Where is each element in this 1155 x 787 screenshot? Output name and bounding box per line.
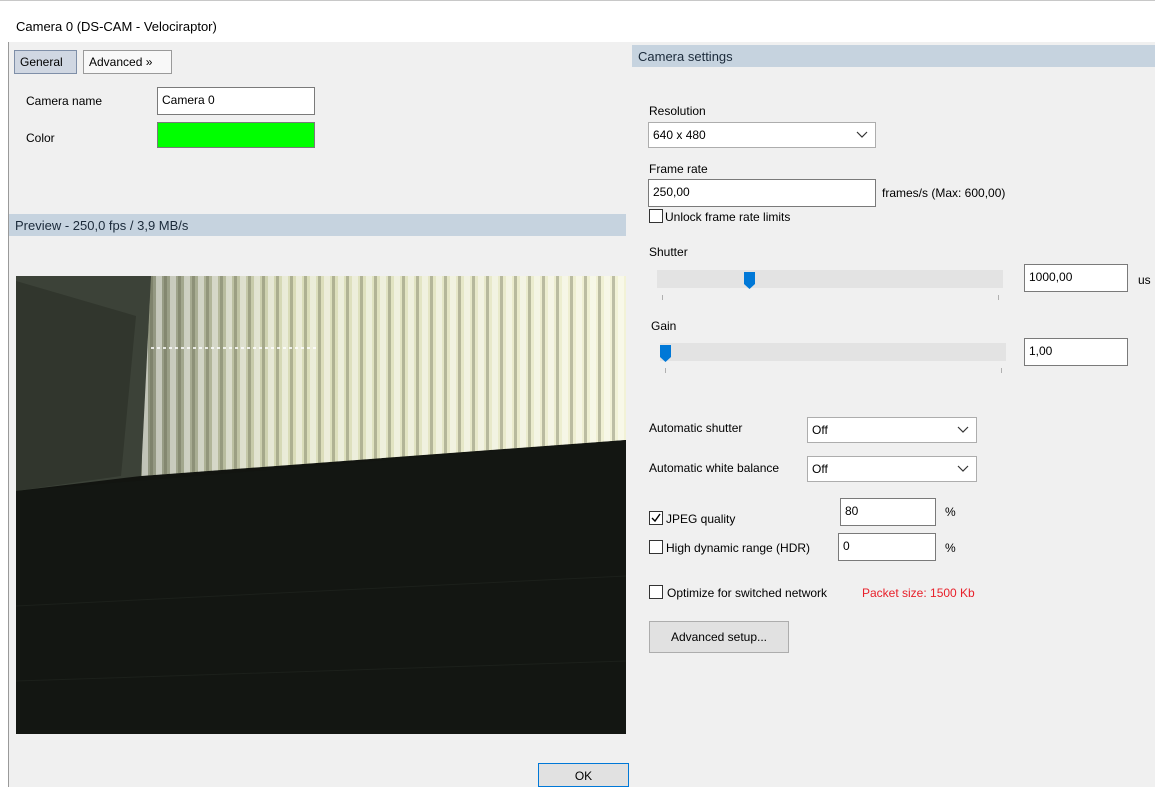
advanced-setup-button[interactable]: Advanced setup... [649,621,789,653]
shutter-tick-max [998,295,999,300]
packet-size-text: Packet size: 1500 Kb [862,586,975,600]
hdr-field[interactable]: 0 [838,533,936,561]
shutter-slider-thumb[interactable] [744,272,756,289]
auto-white-balance-label: Automatic white balance [649,461,780,475]
hdr-checkbox[interactable] [649,540,663,554]
gain-tick-min [665,368,666,373]
hdr-unit: % [945,541,956,555]
jpeg-quality-checkbox[interactable] [649,511,663,525]
window-title: Camera 0 (DS-CAM - Velociraptor) [16,19,217,34]
color-swatch[interactable] [157,122,315,148]
checkmark-icon [651,513,661,523]
shutter-label: Shutter [649,245,688,259]
color-label: Color [26,131,55,145]
tab-advanced[interactable]: Advanced » [83,50,172,74]
hdr-label: High dynamic range (HDR) [666,541,811,555]
unlock-frame-rate-checkbox[interactable] [649,209,663,223]
resolution-value: 640 x 480 [653,128,706,142]
auto-shutter-label: Automatic shutter [649,421,743,435]
unlock-frame-rate-label: Unlock frame rate limits [665,210,791,224]
gain-slider-thumb[interactable] [660,345,671,362]
camera-preview-image [16,276,626,734]
jpeg-quality-field[interactable]: 80 [840,498,936,526]
camera-settings-header: Camera settings [632,45,1155,67]
gain-field[interactable]: 1,00 [1024,338,1128,366]
window-titlebar: Camera 0 (DS-CAM - Velociraptor) [0,0,1155,42]
auto-shutter-value: Off [812,423,828,437]
ok-button[interactable]: OK [538,763,629,787]
jpeg-quality-label: JPEG quality [666,512,736,526]
shutter-field[interactable]: 1000,00 [1024,264,1128,292]
frame-rate-field[interactable]: 250,00 [648,179,876,207]
auto-shutter-select[interactable]: Off [807,417,977,443]
shutter-tick-min [662,295,663,300]
chevron-down-icon [856,131,868,138]
gain-tick-max [1001,368,1002,373]
auto-white-balance-select[interactable]: Off [807,456,977,482]
frame-rate-label: Frame rate [649,162,708,176]
gain-slider[interactable] [660,343,1006,361]
preview-header: Preview - 250,0 fps / 3,9 MB/s [9,214,626,236]
gain-label: Gain [651,319,677,333]
optimize-network-checkbox[interactable] [649,585,663,599]
shutter-unit: us [1138,273,1151,287]
resolution-select[interactable]: 640 x 480 [648,122,876,148]
camera-name-label: Camera name [26,94,103,108]
frame-rate-unit: frames/s (Max: 600,00) [882,186,1006,200]
chevron-down-icon [957,465,969,472]
jpeg-quality-unit: % [945,505,956,519]
optimize-network-label: Optimize for switched network [667,586,828,600]
tab-general[interactable]: General [14,50,77,74]
auto-white-balance-value: Off [812,462,828,476]
chevron-down-icon [957,426,969,433]
camera-name-field[interactable]: Camera 0 [157,87,315,115]
resolution-label: Resolution [649,104,706,118]
shutter-slider[interactable] [657,270,1003,288]
